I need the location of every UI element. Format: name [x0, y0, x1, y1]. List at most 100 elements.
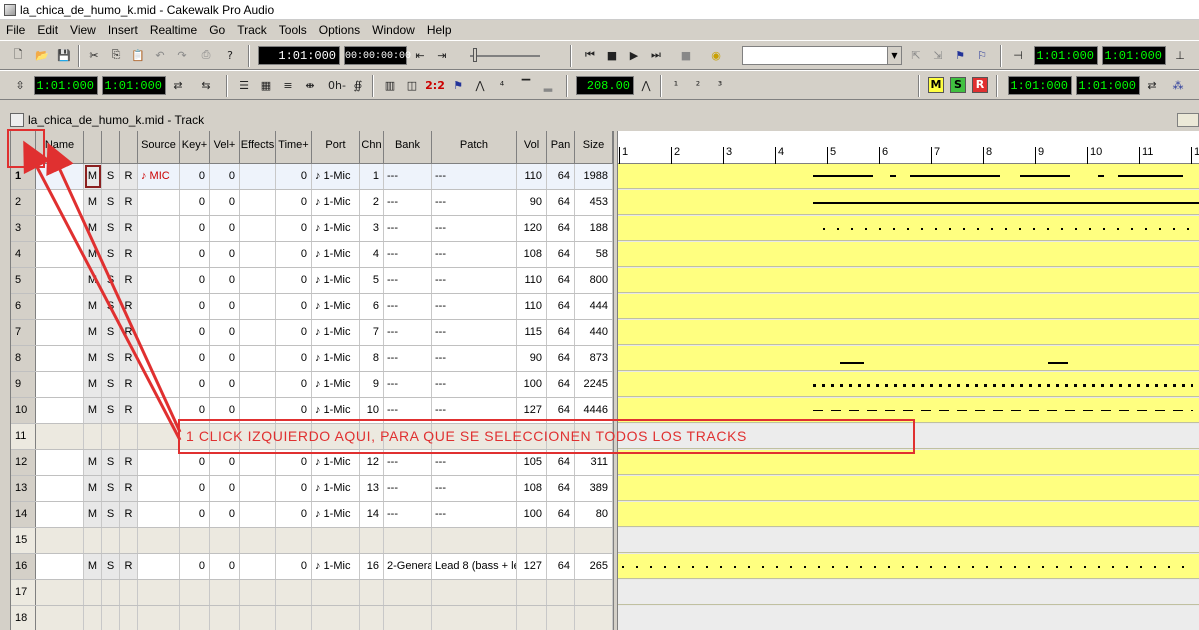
- cell-n[interactable]: 13: [11, 476, 36, 501]
- cell-chn[interactable]: [360, 606, 384, 630]
- track-row[interactable]: 16 M S R 0 0 0 ♪ 1-Mic 16 2-Genera Lead 8 (bass + …: [11, 554, 614, 580]
- cell-name[interactable]: [36, 216, 84, 241]
- cell-vel[interactable]: [210, 606, 240, 630]
- cell-time[interactable]: 0: [276, 346, 312, 371]
- col-chn[interactable]: Chn: [360, 131, 384, 164]
- time-ruler[interactable]: 1 2 3 4 5 6 7 8 9 10 11 1: [618, 131, 1199, 164]
- cell-vel[interactable]: [210, 528, 240, 553]
- cell-vol[interactable]: [517, 580, 547, 605]
- piano-roll-icon[interactable]: ≡: [280, 77, 296, 93]
- cell-pan[interactable]: 64: [547, 242, 575, 267]
- cell-port[interactable]: [312, 580, 360, 605]
- cell-patch[interactable]: ---: [432, 502, 517, 527]
- cell-name[interactable]: [36, 294, 84, 319]
- cell-key[interactable]: 0: [180, 502, 210, 527]
- cell-name[interactable]: [36, 320, 84, 345]
- now-time-display[interactable]: 1:01:000: [258, 46, 340, 65]
- cell-s[interactable]: S: [102, 450, 120, 475]
- cell-name[interactable]: [36, 372, 84, 397]
- cell-size[interactable]: 1988: [575, 164, 613, 189]
- cell-chn[interactable]: 14: [360, 502, 384, 527]
- col-effects[interactable]: Effects: [240, 131, 276, 164]
- cell-time[interactable]: 0: [276, 476, 312, 501]
- cell-r[interactable]: R: [120, 346, 138, 371]
- cell-key[interactable]: 0: [180, 164, 210, 189]
- cell-r[interactable]: R: [120, 190, 138, 215]
- cell-n[interactable]: 12: [11, 450, 36, 475]
- cell-patch[interactable]: ---: [432, 242, 517, 267]
- menu-insert[interactable]: Insert: [102, 23, 144, 37]
- cell-vel[interactable]: 0: [210, 190, 240, 215]
- tempo-half-icon[interactable]: ²: [690, 77, 706, 93]
- col-time[interactable]: Time+: [276, 131, 312, 164]
- cell-r[interactable]: R: [120, 450, 138, 475]
- track-row[interactable]: 14 M S R 0 0 0 ♪ 1-Mic 14 --- --- 100 64 80: [11, 502, 614, 528]
- cell-chn[interactable]: 4: [360, 242, 384, 267]
- cell-name[interactable]: [36, 476, 84, 501]
- undo-icon[interactable]: ↶: [152, 47, 168, 63]
- cell-vol[interactable]: 110: [517, 294, 547, 319]
- cell-size[interactable]: 800: [575, 268, 613, 293]
- cell-bank[interactable]: [384, 528, 432, 553]
- cell-vol[interactable]: 120: [517, 216, 547, 241]
- cell-r[interactable]: [120, 424, 138, 449]
- cell-effects[interactable]: [240, 476, 276, 501]
- cell-r[interactable]: R: [120, 372, 138, 397]
- cell-bank[interactable]: ---: [384, 320, 432, 345]
- menu-view[interactable]: View: [64, 23, 102, 37]
- cell-bank[interactable]: 2-Genera: [384, 554, 432, 579]
- cell-key[interactable]: [180, 580, 210, 605]
- cell-port[interactable]: [312, 528, 360, 553]
- cell-source[interactable]: [138, 450, 180, 475]
- cell-time[interactable]: 0: [276, 216, 312, 241]
- cell-name[interactable]: [36, 346, 84, 371]
- cell-vel[interactable]: 0: [210, 164, 240, 189]
- cell-port[interactable]: ♪ 1-Mic: [312, 190, 360, 215]
- paste-icon[interactable]: 📋: [130, 47, 146, 63]
- now-smpte-display[interactable]: 00:00:00:00: [344, 46, 411, 65]
- cell-m[interactable]: M: [84, 346, 102, 371]
- tempo-graph-icon[interactable]: ⋀: [638, 77, 654, 93]
- cell-m[interactable]: M: [84, 450, 102, 475]
- punch-end-display[interactable]: 1:01:000: [1076, 76, 1140, 95]
- cell-pan[interactable]: 64: [547, 190, 575, 215]
- cell-size[interactable]: 188: [575, 216, 613, 241]
- cell-size[interactable]: [575, 606, 613, 630]
- cell-source[interactable]: [138, 528, 180, 553]
- punch-toggle-icon[interactable]: ⇄: [1144, 77, 1160, 93]
- play-icon[interactable]: ▶: [626, 47, 642, 63]
- cell-bank[interactable]: ---: [384, 190, 432, 215]
- cell-s[interactable]: S: [102, 190, 120, 215]
- cell-n[interactable]: 17: [11, 580, 36, 605]
- cell-chn[interactable]: 9: [360, 372, 384, 397]
- insert-marker-icon[interactable]: ⚑: [952, 47, 968, 63]
- cell-source[interactable]: [138, 372, 180, 397]
- cell-vel[interactable]: 0: [210, 242, 240, 267]
- cell-r[interactable]: R: [120, 242, 138, 267]
- cell-r[interactable]: R: [120, 216, 138, 241]
- track-row[interactable]: 2 M S R 0 0 0 ♪ 1-Mic 2 --- --- 90 64 453: [11, 190, 614, 216]
- cell-s[interactable]: S: [102, 372, 120, 397]
- cell-n[interactable]: 14: [11, 502, 36, 527]
- cell-m[interactable]: M: [84, 476, 102, 501]
- cell-r[interactable]: R: [120, 294, 138, 319]
- cell-pan[interactable]: [547, 528, 575, 553]
- cell-size[interactable]: 265: [575, 554, 613, 579]
- cell-pan[interactable]: 64: [547, 372, 575, 397]
- cell-n[interactable]: 4: [11, 242, 36, 267]
- cell-vel[interactable]: 0: [210, 372, 240, 397]
- go-to-end-icon[interactable]: ⏭: [648, 47, 664, 63]
- position-slider[interactable]: [470, 47, 540, 63]
- rewind-marker-icon[interactable]: ⇤: [412, 47, 428, 63]
- cell-r[interactable]: R: [120, 398, 138, 423]
- cell-patch[interactable]: ---: [432, 372, 517, 397]
- cell-name[interactable]: [36, 190, 84, 215]
- clip-lane[interactable]: [618, 216, 1199, 241]
- cell-key[interactable]: 0: [180, 268, 210, 293]
- cell-effects[interactable]: [240, 216, 276, 241]
- slider-knob[interactable]: [473, 48, 477, 62]
- col-patch[interactable]: Patch: [432, 131, 517, 164]
- cell-port[interactable]: ♪ 1-Mic: [312, 268, 360, 293]
- cell-source[interactable]: [138, 216, 180, 241]
- tempo-display[interactable]: 208.00: [576, 76, 634, 95]
